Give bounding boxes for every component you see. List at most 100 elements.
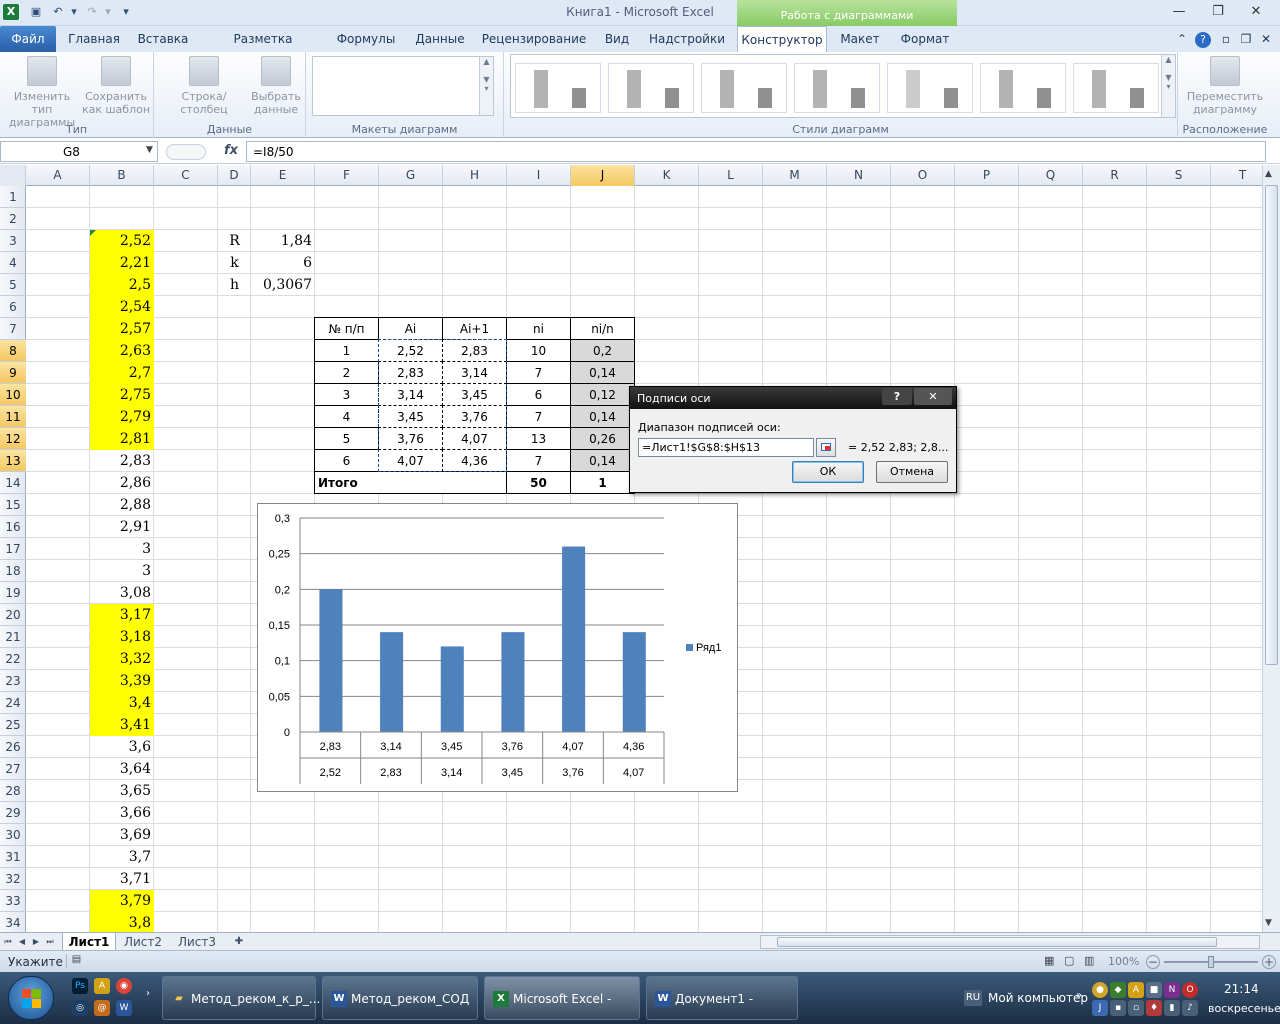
column-header-k[interactable]: K [635, 165, 699, 186]
ok-button[interactable]: ОК [792, 461, 864, 483]
table-cell-r5-c5[interactable]: 0,26 [570, 427, 635, 450]
table-cell-r6-c1[interactable]: 6 [314, 449, 379, 472]
table-cell-r3-c4[interactable]: 6 [506, 383, 571, 406]
ribbon-minimize-icon[interactable]: ⌃ [1174, 26, 1190, 52]
chart-style-6[interactable] [980, 63, 1066, 113]
table-cell-r4-c2[interactable]: 3,45 [378, 405, 443, 428]
opera-icon[interactable]: O [1182, 982, 1198, 998]
formula-input[interactable]: =I8/50 [246, 141, 1266, 162]
scroll-down-icon[interactable]: ▼ [1265, 918, 1272, 928]
onenote-icon[interactable]: N [1164, 982, 1180, 998]
param-value-1[interactable]: 1,84 [251, 230, 315, 252]
help-icon[interactable]: ? [1194, 26, 1212, 52]
table-cell-r2-c3[interactable]: 3,14 [442, 361, 507, 384]
styles-gallery-scroll[interactable]: ▲ ▼ ▾ [1161, 55, 1175, 117]
table-header-5[interactable]: ni/n [570, 317, 635, 340]
close-window-button[interactable]: ✕ [1243, 2, 1269, 22]
tray-icon-3[interactable]: A [1128, 982, 1144, 998]
taskbar-item-folder[interactable]: ▰ Метод_реком_к_р_... [162, 976, 320, 1020]
table-cell-r6-c5[interactable]: 0,14 [570, 449, 635, 472]
row-header-21[interactable]: 21 [0, 626, 26, 648]
table-cell-r2-c2[interactable]: 2,83 [378, 361, 443, 384]
zoom-slider-thumb[interactable] [1208, 956, 1214, 968]
row-header-33[interactable]: 33 [0, 890, 26, 912]
tab-format[interactable]: Формат [894, 26, 956, 52]
table-cell-r4-c1[interactable]: 4 [314, 405, 379, 428]
table-cell-r5-c2[interactable]: 3,76 [378, 427, 443, 450]
cell-b22[interactable]: 3,32 [90, 648, 154, 670]
sheet-tab-3[interactable]: Лист3 [172, 933, 222, 951]
cell-b10[interactable]: 2,75 [90, 384, 154, 406]
restore-button[interactable]: ❐ [1205, 2, 1231, 22]
cell-b26[interactable]: 3,6 [90, 736, 154, 758]
cell-b8[interactable]: 2,63 [90, 340, 154, 362]
table-cell-r2-c4[interactable]: 7 [506, 361, 571, 384]
param-value-3[interactable]: 0,3067 [251, 274, 315, 296]
cell-b18[interactable]: 3 [90, 560, 154, 582]
switch-row-column-button[interactable]: Строка/столбец [158, 56, 250, 116]
mail-icon[interactable]: @ [94, 1000, 110, 1016]
last-sheet-icon[interactable]: ⏭ [44, 933, 56, 951]
row-header-25[interactable]: 25 [0, 714, 26, 736]
row-header-9[interactable]: 9 [0, 362, 26, 384]
first-sheet-icon[interactable]: ⏮ [2, 933, 14, 951]
column-header-c[interactable]: C [154, 165, 218, 186]
tray-icon-2[interactable]: ◆ [1110, 982, 1126, 998]
cell-b6[interactable]: 2,54 [90, 296, 154, 318]
cell-b20[interactable]: 3,17 [90, 604, 154, 626]
security-icon[interactable]: ♦ [1146, 1000, 1162, 1016]
table-cell-r3-c3[interactable]: 3,45 [442, 383, 507, 406]
table-cell-r4-c3[interactable]: 3,76 [442, 405, 507, 428]
row-header-13[interactable]: 13 [0, 450, 26, 472]
taskbar-item-excel[interactable]: X Microsoft Excel - Кни... [484, 976, 640, 1020]
chart-style-1[interactable] [515, 63, 601, 113]
insert-function-icon[interactable]: fx [224, 143, 238, 158]
name-box[interactable]: G8 [0, 141, 158, 162]
tab-layout[interactable]: Макет [832, 26, 888, 52]
column-header-e[interactable]: E [251, 165, 315, 186]
layouts-gallery-scroll[interactable]: ▲ ▼ ▾ [479, 57, 493, 115]
row-header-29[interactable]: 29 [0, 802, 26, 824]
minimize-button[interactable]: — [1166, 2, 1192, 22]
tab-addins[interactable]: Надстройки [644, 26, 730, 52]
cell-b7[interactable]: 2,57 [90, 318, 154, 340]
collapse-dialog-button[interactable] [816, 438, 836, 457]
row-header-24[interactable]: 24 [0, 692, 26, 714]
table-cell-r6-c4[interactable]: 7 [506, 449, 571, 472]
cell-b4[interactable]: 2,21 [90, 252, 154, 274]
styles-gallery[interactable]: ▲ ▼ ▾ [510, 54, 1176, 118]
cell-b3[interactable]: 2,52 [90, 230, 154, 252]
tray-icon-7[interactable]: ▫ [1128, 1000, 1144, 1016]
tab-review[interactable]: Рецензирование [478, 26, 590, 52]
column-header-n[interactable]: N [827, 165, 891, 186]
row-header-23[interactable]: 23 [0, 670, 26, 692]
chart-bar[interactable] [319, 589, 343, 732]
tray-icon-1[interactable]: ● [1092, 982, 1108, 998]
row-header-11[interactable]: 11 [0, 406, 26, 428]
row-header-18[interactable]: 18 [0, 560, 26, 582]
save-template-button[interactable]: Сохранить как шаблон [80, 56, 152, 116]
insert-sheet-icon[interactable]: ✚ [228, 933, 250, 951]
tab-page-layout[interactable]: Разметка страницы [202, 26, 324, 72]
cell-b23[interactable]: 3,39 [90, 670, 154, 692]
cell-b11[interactable]: 2,79 [90, 406, 154, 428]
tab-home[interactable]: Главная [62, 26, 126, 52]
table-cell-r4-c5[interactable]: 0,14 [570, 405, 635, 428]
cell-b33[interactable]: 3,79 [90, 890, 154, 912]
row-header-10[interactable]: 10 [0, 384, 26, 406]
tray-icon-4[interactable]: ■ [1146, 982, 1162, 998]
name-box-dropdown-icon[interactable]: ▼ [146, 145, 153, 155]
column-header-i[interactable]: I [507, 165, 571, 186]
row-header-34[interactable]: 34 [0, 912, 26, 934]
table-header-3[interactable]: Ai+1 [442, 317, 507, 340]
cell-b30[interactable]: 3,69 [90, 824, 154, 846]
row-header-2[interactable]: 2 [0, 208, 26, 230]
doc-close-icon[interactable]: ✕ [1258, 26, 1274, 52]
column-header-g[interactable]: G [379, 165, 443, 186]
start-button[interactable] [8, 976, 54, 1020]
browser-icon[interactable]: ◎ [72, 1000, 88, 1016]
table-cell-r3-c5[interactable]: 0,12 [570, 383, 635, 406]
cell-b5[interactable]: 2,5 [90, 274, 154, 296]
taskbar-item-word-1[interactable]: W Метод_реком_СОД [... [322, 976, 478, 1020]
row-header-27[interactable]: 27 [0, 758, 26, 780]
